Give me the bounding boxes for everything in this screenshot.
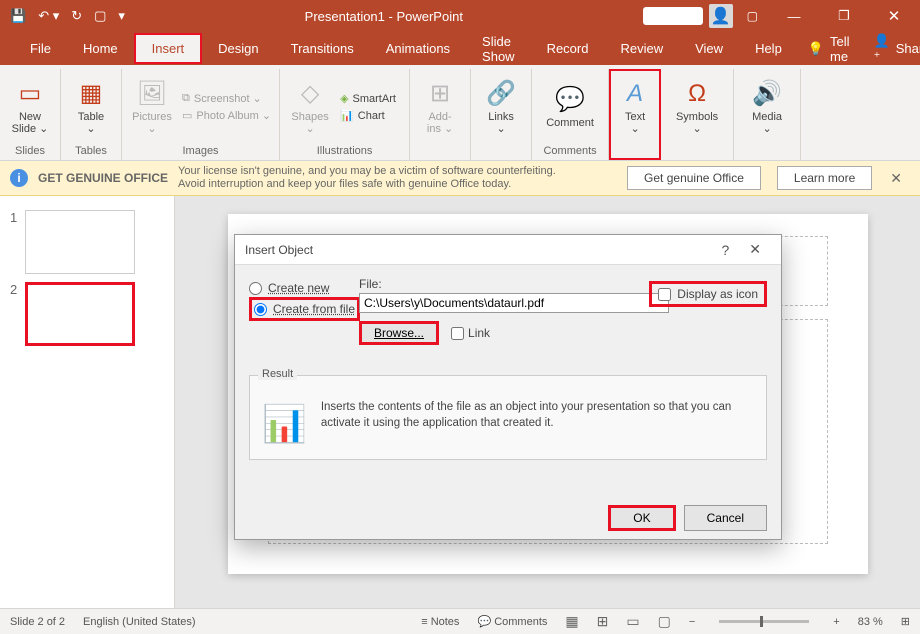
- group-slides: Slides: [8, 145, 52, 160]
- addins-button[interactable]: ⊞Add- ins ⌄: [418, 79, 462, 135]
- photo-album-icon: ▭: [182, 109, 192, 122]
- save-icon[interactable]: 💾: [10, 8, 26, 24]
- tab-transitions[interactable]: Transitions: [275, 35, 370, 62]
- info-icon: i: [10, 169, 28, 187]
- window-title: Presentation1 - PowerPoint: [125, 9, 643, 24]
- slide-counter: Slide 2 of 2: [10, 616, 65, 628]
- slideshow-view-icon[interactable]: ▢: [658, 613, 671, 630]
- zoom-level[interactable]: 83 %: [858, 616, 883, 628]
- dismiss-warning-icon[interactable]: ✕: [882, 170, 910, 187]
- zoom-slider[interactable]: [719, 620, 809, 623]
- zoom-out-icon[interactable]: −: [689, 616, 695, 628]
- comment-icon: 💬: [555, 85, 585, 115]
- table-button[interactable]: ▦Table ⌄: [69, 79, 113, 135]
- slide-thumb-1[interactable]: 1: [0, 206, 174, 278]
- group-images: Images: [130, 145, 271, 160]
- ribbon-display-icon[interactable]: ▢: [739, 9, 766, 23]
- new-slide-icon: ▭: [15, 79, 45, 109]
- link-checkbox[interactable]: Link: [451, 326, 490, 340]
- restore-button[interactable]: ❐: [822, 0, 866, 32]
- group-tables: Tables: [69, 145, 113, 160]
- pictures-button[interactable]: 🖼Pictures ⌄: [130, 79, 174, 135]
- result-text: Inserts the contents of the file as an o…: [321, 400, 754, 449]
- media-icon: 🔊: [752, 79, 782, 109]
- tab-insert[interactable]: Insert: [134, 33, 203, 64]
- share-button[interactable]: 👤⁺Share: [860, 33, 920, 65]
- browse-button[interactable]: Browse...: [359, 321, 439, 345]
- notes-button[interactable]: ≡ Notes: [421, 616, 459, 628]
- ok-button[interactable]: OK: [608, 505, 675, 531]
- start-from-beginning-icon[interactable]: ▢: [94, 8, 106, 24]
- tab-home[interactable]: Home: [67, 35, 134, 62]
- symbols-button[interactable]: ΩSymbols ⌄: [669, 79, 725, 135]
- symbols-icon: Ω: [682, 79, 712, 109]
- text-icon: A: [620, 79, 650, 109]
- display-as-icon-checkbox[interactable]: Display as icon: [649, 281, 767, 307]
- shapes-icon: ◇: [295, 79, 325, 109]
- addins-icon: ⊞: [425, 79, 455, 109]
- chart-icon: 📊: [340, 109, 354, 122]
- new-slide-button[interactable]: ▭New Slide ⌄: [8, 79, 52, 135]
- screenshot-button[interactable]: ⧉Screenshot ⌄: [182, 92, 271, 105]
- screenshot-icon: ⧉: [182, 92, 190, 105]
- tell-me[interactable]: 💡Tell me: [798, 34, 860, 64]
- insert-object-dialog: Insert Object ? ✕ Create new Create from…: [234, 234, 782, 540]
- group-illustrations: Illustrations: [288, 145, 401, 160]
- slide-thumb-2[interactable]: 2: [0, 278, 174, 350]
- cancel-button[interactable]: Cancel: [684, 505, 767, 531]
- user-avatar[interactable]: 👤: [709, 4, 733, 28]
- bulb-icon: 💡: [808, 41, 824, 57]
- create-from-file-radio[interactable]: Create from file: [254, 302, 355, 316]
- fit-to-window-icon[interactable]: ⊞: [901, 615, 910, 628]
- get-genuine-button[interactable]: Get genuine Office: [627, 166, 761, 190]
- comment-button[interactable]: 💬Comment: [540, 85, 600, 129]
- tab-animations[interactable]: Animations: [370, 35, 466, 62]
- tab-view[interactable]: View: [679, 35, 739, 62]
- result-label: Result: [258, 368, 297, 380]
- file-path-input[interactable]: [359, 293, 669, 313]
- tab-record[interactable]: Record: [531, 35, 605, 62]
- warning-title: GET GENUINE OFFICE: [38, 171, 168, 185]
- undo-icon[interactable]: ↶ ▾: [38, 8, 59, 24]
- close-window-button[interactable]: ✕: [872, 0, 916, 32]
- user-name-area: [643, 7, 703, 25]
- photo-album-button[interactable]: ▭Photo Album ⌄: [182, 109, 271, 122]
- smartart-icon: ◈: [340, 92, 348, 105]
- share-icon: 👤⁺: [874, 33, 890, 65]
- group-comments: Comments: [540, 145, 600, 160]
- pictures-icon: 🖼: [137, 79, 167, 109]
- slide-thumbnails-panel: 1 2: [0, 196, 175, 608]
- reading-view-icon[interactable]: ▭: [626, 613, 639, 630]
- normal-view-icon[interactable]: ▦: [565, 613, 578, 630]
- result-icon: 📊: [262, 400, 307, 449]
- dialog-help-icon[interactable]: ?: [711, 242, 739, 258]
- media-button[interactable]: 🔊Media ⌄: [742, 79, 792, 135]
- dialog-title: Insert Object: [245, 243, 313, 257]
- comments-button[interactable]: 💬 Comments: [477, 615, 547, 628]
- dialog-close-icon[interactable]: ✕: [739, 241, 771, 258]
- minimize-button[interactable]: —: [772, 0, 816, 32]
- text-button[interactable]: AText ⌄: [613, 79, 657, 135]
- warning-message: Your license isn't genuine, and you may …: [178, 165, 611, 191]
- tab-design[interactable]: Design: [202, 35, 274, 62]
- tab-file[interactable]: File: [14, 35, 67, 62]
- tab-review[interactable]: Review: [604, 35, 679, 62]
- zoom-in-icon[interactable]: +: [833, 616, 839, 628]
- table-icon: ▦: [76, 79, 106, 109]
- chart-button[interactable]: 📊Chart: [340, 109, 396, 122]
- learn-more-button[interactable]: Learn more: [777, 166, 872, 190]
- smartart-button[interactable]: ◈SmartArt: [340, 92, 396, 105]
- sorter-view-icon[interactable]: ⊞: [597, 613, 609, 630]
- links-icon: 🔗: [486, 79, 516, 109]
- tab-help[interactable]: Help: [739, 35, 798, 62]
- redo-icon[interactable]: ↻: [71, 8, 82, 24]
- language-status[interactable]: English (United States): [83, 616, 196, 628]
- tab-slideshow[interactable]: Slide Show: [466, 28, 531, 70]
- shapes-button[interactable]: ◇Shapes ⌄: [288, 79, 332, 135]
- links-button[interactable]: 🔗Links ⌄: [479, 79, 523, 135]
- create-new-radio[interactable]: Create new: [249, 281, 360, 295]
